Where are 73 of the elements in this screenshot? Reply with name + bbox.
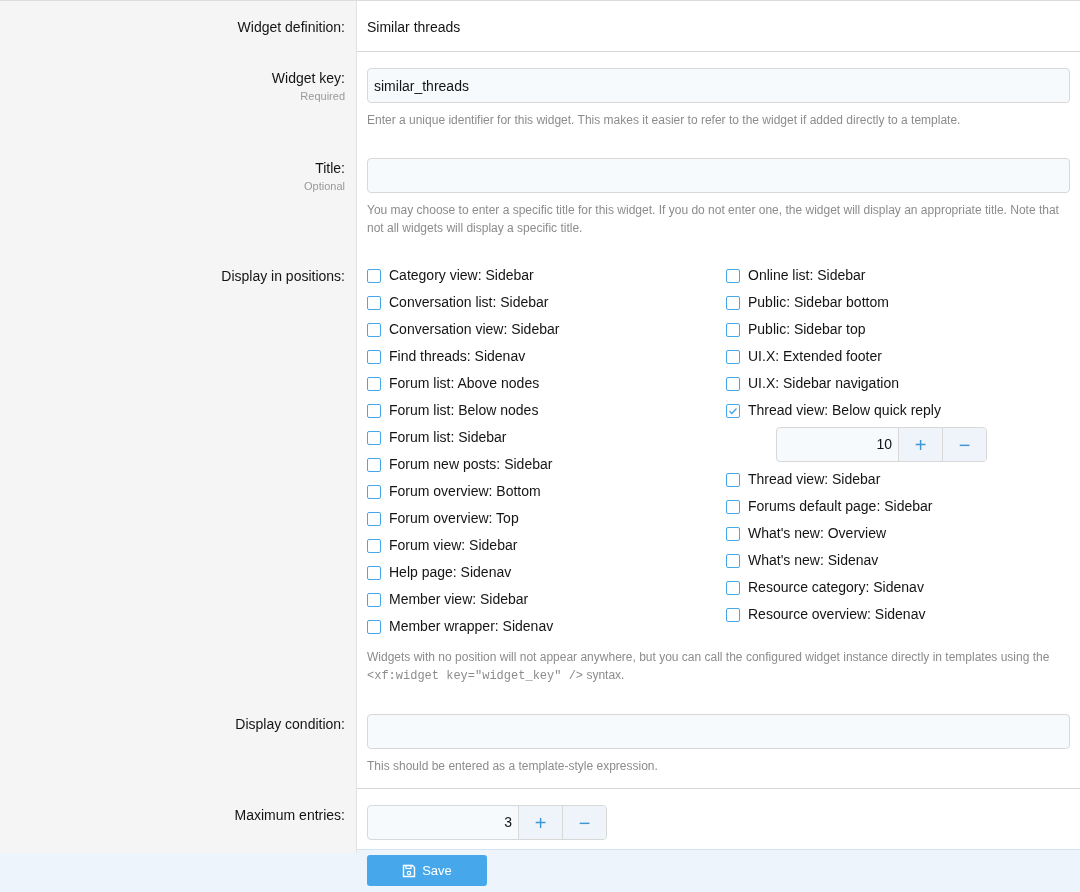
checkbox[interactable] [726, 322, 740, 337]
checkbox-option[interactable]: Public: Sidebar bottom [726, 289, 1080, 316]
checkbox[interactable] [367, 403, 381, 418]
checkbox-option[interactable]: Conversation view: Sidebar [367, 316, 726, 343]
checkbox-option[interactable]: What's new: Overview [726, 520, 1080, 547]
field-value: Similar threads [367, 18, 461, 37]
checkbox-option[interactable]: Forum overview: Bottom [367, 478, 726, 505]
checkbox-option[interactable]: Help page: Sidenav [367, 559, 726, 586]
checkbox-option[interactable]: What's new: Sidenav [726, 547, 1080, 574]
text-field[interactable]: similar_threads [367, 68, 1070, 103]
number-spinner[interactable]: 3 + − [367, 805, 607, 840]
checkbox[interactable] [726, 526, 740, 541]
help-text: This should be entered as a template-style expression. [367, 758, 659, 775]
check-icon [728, 405, 738, 416]
checkbox[interactable] [367, 376, 381, 391]
checkbox[interactable] [726, 268, 740, 283]
checkbox-option[interactable]: UI.X: Sidebar navigation [726, 370, 1080, 397]
checkbox[interactable] [367, 268, 381, 283]
checkbox[interactable] [726, 553, 740, 568]
number-spinner[interactable]: 10 + − [776, 427, 987, 462]
help-text: You may choose to enter a specific title for this widget. If you do not enter one, the widget will display an appropriate title. Note that not all widgets will display a specific title. [367, 202, 1060, 237]
checkbox-option[interactable]: Member wrapper: Sidenav [367, 613, 726, 640]
help-text: Widgets with no position will not appear anywhere, but you can call the configured widget instance directly in templates using the <xf:widget key="widget_key" /> syntax. [367, 649, 1051, 685]
checkbox[interactable] [726, 403, 740, 418]
checkbox-option[interactable]: Thread view: Below quick reply [726, 397, 1080, 424]
checkbox-option[interactable]: Forum list: Sidebar [367, 424, 726, 451]
checkbox-option[interactable]: Public: Sidebar top [726, 316, 1080, 343]
checkbox-option[interactable]: Forum view: Sidebar [367, 532, 726, 559]
checkbox[interactable] [367, 565, 381, 580]
checkbox[interactable] [726, 376, 740, 391]
checkbox-option[interactable]: UI.X: Extended footer [726, 343, 1080, 370]
field-label: Display in positions: [221, 267, 345, 286]
field-label: Maximum entries: [234, 806, 345, 825]
field-label: Widget key: [271, 69, 345, 88]
checkbox-option[interactable]: Resource category: Sidenav [726, 574, 1080, 601]
checkbox-option[interactable]: Forum list: Above nodes [367, 370, 726, 397]
checkbox-option[interactable]: Forums default page: Sidebar [726, 493, 1080, 520]
number-field[interactable]: 3 [368, 806, 518, 839]
text-field[interactable] [367, 714, 1070, 749]
text-field[interactable] [367, 158, 1070, 193]
checkbox[interactable] [726, 349, 740, 364]
checkbox[interactable] [367, 430, 381, 445]
checkbox-option[interactable]: Member view: Sidebar [367, 586, 726, 613]
checkbox[interactable] [726, 580, 740, 595]
checkbox[interactable] [367, 619, 381, 634]
checkbox[interactable] [367, 538, 381, 553]
checkbox-option[interactable]: Resource overview: Sidenav [726, 601, 1080, 628]
checkbox-option[interactable]: Forum list: Below nodes [367, 397, 726, 424]
field-label: Title: [315, 159, 345, 178]
checkbox-option[interactable]: Find threads: Sidenav [367, 343, 726, 370]
checkbox-option[interactable]: Conversation list: Sidebar [367, 289, 726, 316]
checkbox-option[interactable]: Forum overview: Top [367, 505, 726, 532]
checkbox[interactable] [726, 607, 740, 622]
checkbox[interactable] [367, 592, 381, 607]
field-note: Required [300, 89, 345, 103]
checkbox[interactable] [367, 511, 381, 526]
checkbox-option[interactable]: Online list: Sidebar [726, 262, 1080, 289]
checkbox[interactable] [367, 349, 381, 364]
field-label: Display condition: [235, 715, 345, 734]
checkbox[interactable] [367, 295, 381, 310]
checkbox[interactable] [726, 295, 740, 310]
checkbox[interactable] [726, 499, 740, 514]
checkbox-option[interactable]: Forum new posts: Sidebar [367, 451, 726, 478]
field-label: Widget definition: [237, 18, 345, 37]
checkbox[interactable] [367, 484, 381, 499]
checkbox[interactable] [726, 472, 740, 487]
number-field[interactable]: 10 [777, 428, 898, 461]
checkbox[interactable] [367, 457, 381, 472]
help-text: Enter a unique identifier for this widget. This makes it easier to refer to the widget if added directly to a template. [367, 112, 962, 129]
field-note: Optional [304, 179, 345, 193]
checkbox[interactable] [367, 322, 381, 337]
checkbox-option[interactable]: Category view: Sidebar [367, 262, 726, 289]
checkbox-option[interactable]: Thread view: Sidebar [726, 466, 1080, 493]
